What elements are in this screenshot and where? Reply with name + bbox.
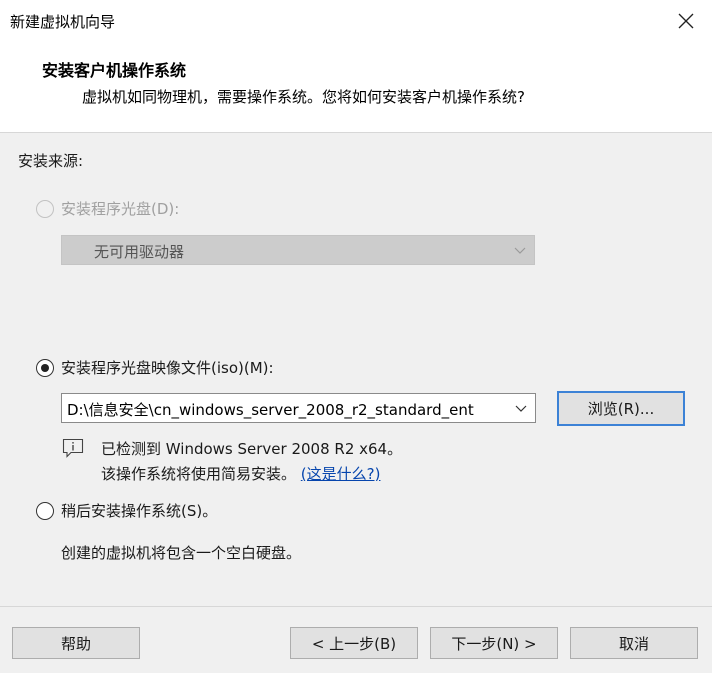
install-source-label: 安装来源: [18, 152, 84, 170]
drive-select-value: 无可用驱动器 [94, 243, 185, 261]
page-title: 安装客户机操作系统 [42, 61, 187, 80]
iso-path-combobox[interactable]: D:\信息安全\cn_windows_server_2008_r2_standa… [61, 393, 536, 423]
help-button[interactable]: 帮助 [12, 627, 140, 659]
info-icon [62, 438, 84, 458]
new-vm-wizard-window: 新建虚拟机向导 安装客户机操作系统 虚拟机如同物理机，需要操作系统。您将如何安装… [0, 0, 712, 673]
radio-iso-image[interactable] [36, 359, 54, 377]
wizard-header: 安装客户机操作系统 虚拟机如同物理机，需要操作系统。您将如何安装客户机操作系统? [0, 42, 712, 133]
detected-os-text: 已检测到 Windows Server 2008 R2 x64。 [101, 440, 403, 458]
title-bar: 新建虚拟机向导 [0, 0, 712, 42]
install-later-label: 稍后安装操作系统(S)。 [61, 502, 218, 520]
next-button[interactable]: 下一步(N) > [430, 627, 558, 659]
installer-disc-label: 安装程序光盘(D): [61, 200, 180, 218]
easy-install-text: 该操作系统将使用简易安装。 [101, 465, 297, 483]
window-title: 新建虚拟机向导 [10, 13, 116, 31]
close-icon [678, 13, 694, 29]
footer-divider [0, 606, 712, 607]
radio-install-later[interactable] [36, 502, 54, 520]
install-later-description: 创建的虚拟机将包含一个空白硬盘。 [61, 544, 302, 562]
iso-path-value[interactable]: D:\信息安全\cn_windows_server_2008_r2_standa… [67, 399, 509, 420]
close-button[interactable] [670, 6, 702, 36]
browse-button[interactable]: 浏览(R)... [557, 391, 685, 426]
cancel-button[interactable]: 取消 [570, 627, 698, 659]
drive-select[interactable]: 无可用驱动器 [61, 235, 535, 265]
whats-this-link[interactable]: (这是什么?) [301, 465, 381, 483]
easy-install-note: 该操作系统将使用简易安装。 (这是什么?) [101, 463, 380, 484]
chevron-down-icon [514, 247, 526, 254]
radio-installer-disc[interactable] [36, 200, 54, 218]
iso-image-label: 安装程序光盘映像文件(iso)(M): [61, 359, 274, 377]
back-button[interactable]: < 上一步(B) [290, 627, 418, 659]
page-description: 虚拟机如同物理机，需要操作系统。您将如何安装客户机操作系统? [82, 88, 525, 106]
chevron-down-icon[interactable] [515, 402, 527, 414]
